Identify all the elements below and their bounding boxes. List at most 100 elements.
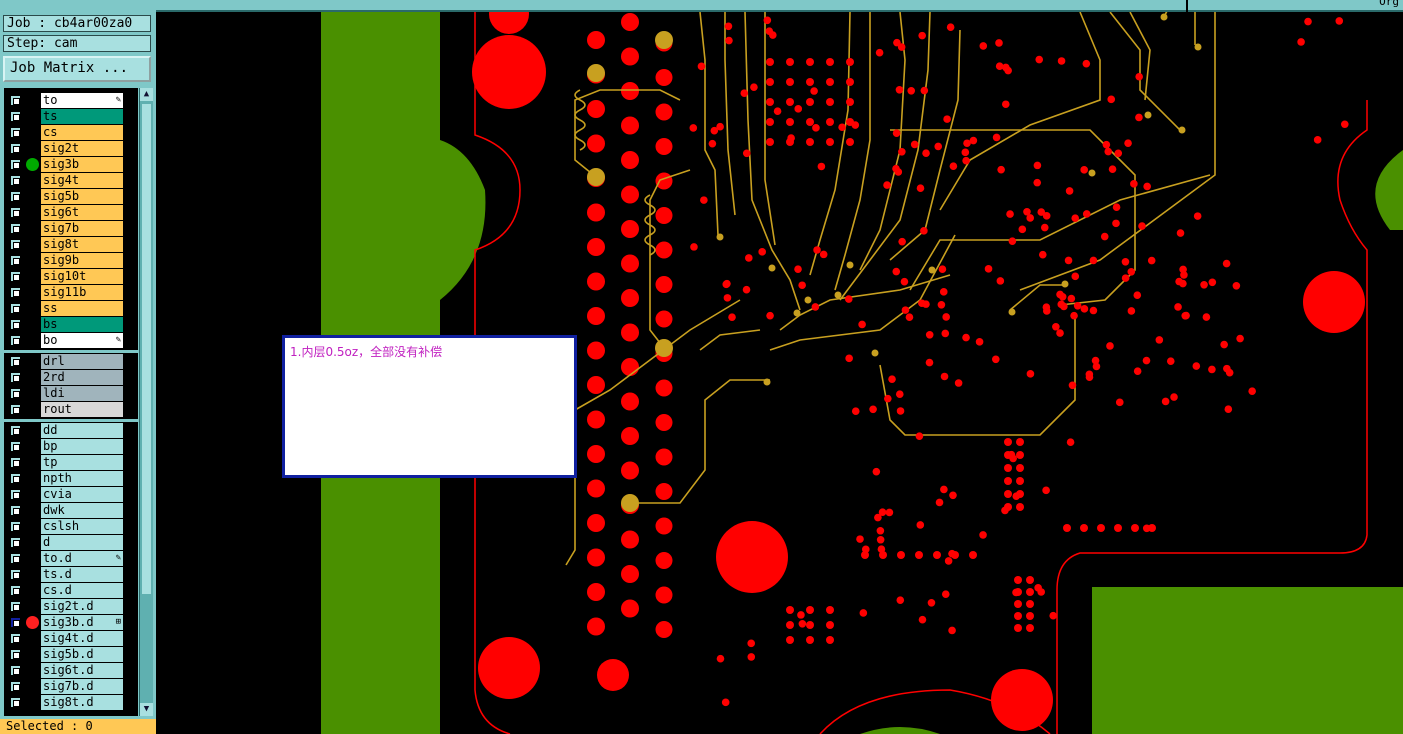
layer-checkbox[interactable] <box>10 569 21 580</box>
layer-row-2rd[interactable]: 2rd <box>4 370 138 385</box>
layer-name[interactable]: sig6t.d <box>41 663 123 678</box>
layer-name[interactable]: bo ✎ <box>41 333 123 348</box>
layer-checkbox[interactable] <box>10 489 21 500</box>
layer-row-sig11b[interactable]: sig11b <box>4 285 138 300</box>
layer-name[interactable]: 2rd <box>41 370 123 385</box>
layer-name[interactable]: sig7b <box>41 221 123 236</box>
layer-name[interactable]: d <box>41 535 123 550</box>
layer-checkbox[interactable] <box>10 335 21 346</box>
layer-row-sig2t-d[interactable]: sig2t.d <box>4 599 138 614</box>
layer-checkbox[interactable] <box>10 191 21 202</box>
layer-row-tp[interactable]: tp <box>4 455 138 470</box>
layer-row-cslsh[interactable]: cslsh <box>4 519 138 534</box>
down-arrow-icon[interactable]: ▼ <box>140 703 153 716</box>
layer-checkbox[interactable] <box>10 404 21 415</box>
layer-row-sig7b-d[interactable]: sig7b.d <box>4 679 138 694</box>
layer-checkbox[interactable] <box>10 255 21 266</box>
layer-name[interactable]: bs <box>41 317 123 332</box>
note-popup[interactable]: 1.内层0.5oz，全部没有补偿 <box>282 335 577 478</box>
layer-checkbox[interactable] <box>10 239 21 250</box>
layer-row-sig8t-d[interactable]: sig8t.d <box>4 695 138 710</box>
layer-name[interactable]: sig5b.d <box>41 647 123 662</box>
layer-row-sig6t[interactable]: sig6t <box>4 205 138 220</box>
layer-checkbox[interactable] <box>10 95 21 106</box>
layer-checkbox[interactable] <box>10 207 21 218</box>
job-matrix-button[interactable]: Job Matrix ... <box>3 56 151 82</box>
up-arrow-icon[interactable]: ▲ <box>140 88 153 101</box>
layer-name[interactable]: sig7b.d <box>41 679 123 694</box>
layer-row-ss[interactable]: ss <box>4 301 138 316</box>
layer-row-bs[interactable]: bs <box>4 317 138 332</box>
layer-name[interactable]: cslsh <box>41 519 123 534</box>
layer-row-sig3b-d[interactable]: sig3b.d ⊞ <box>4 615 138 630</box>
layer-row-d[interactable]: d <box>4 535 138 550</box>
layer-checkbox[interactable] <box>10 521 21 532</box>
layer-row-dd[interactable]: dd <box>4 423 138 438</box>
layer-row-npth[interactable]: npth <box>4 471 138 486</box>
layer-row-sig3b[interactable]: sig3b <box>4 157 138 172</box>
layer-row-cs[interactable]: cs <box>4 125 138 140</box>
layer-name[interactable]: sig4t.d <box>41 631 123 646</box>
layer-row-bo[interactable]: bo ✎ <box>4 333 138 348</box>
layer-row-ldi[interactable]: ldi <box>4 386 138 401</box>
layer-checkbox[interactable] <box>10 441 21 452</box>
layer-checkbox[interactable] <box>10 585 21 596</box>
scroll-thumb[interactable] <box>142 104 151 594</box>
layer-list-scrollbar[interactable]: ▲ ▼ <box>139 88 153 716</box>
layer-name[interactable]: sig4t <box>41 173 123 188</box>
layer-name[interactable]: sig8t.d <box>41 695 123 710</box>
layer-checkbox[interactable] <box>10 681 21 692</box>
layer-checkbox[interactable] <box>10 665 21 676</box>
layer-name[interactable]: to.d ✎ <box>41 551 123 566</box>
layer-name[interactable]: ts <box>41 109 123 124</box>
layer-name[interactable]: sig3b <box>41 157 123 172</box>
layer-name[interactable]: drl <box>41 354 123 369</box>
layer-name[interactable]: sig6t <box>41 205 123 220</box>
layer-row-dwk[interactable]: dwk <box>4 503 138 518</box>
layer-name[interactable]: dd <box>41 423 123 438</box>
layer-checkbox[interactable] <box>10 388 21 399</box>
layer-checkbox[interactable] <box>10 617 21 628</box>
layer-checkbox[interactable] <box>10 425 21 436</box>
layer-name[interactable]: ldi <box>41 386 123 401</box>
layer-row-sig4t[interactable]: sig4t <box>4 173 138 188</box>
layer-name[interactable]: sig5b <box>41 189 123 204</box>
layer-row-to[interactable]: to ✎ <box>4 93 138 108</box>
layer-row-ts[interactable]: ts <box>4 109 138 124</box>
layer-row-bp[interactable]: bp <box>4 439 138 454</box>
layer-row-sig7b[interactable]: sig7b <box>4 221 138 236</box>
layer-checkbox[interactable] <box>10 159 21 170</box>
layer-checkbox[interactable] <box>10 175 21 186</box>
layer-checkbox[interactable] <box>10 649 21 660</box>
layer-name[interactable]: ss <box>41 301 123 316</box>
layer-name[interactable]: cvia <box>41 487 123 502</box>
layer-checkbox[interactable] <box>10 287 21 298</box>
layer-checkbox[interactable] <box>10 601 21 612</box>
layer-checkbox[interactable] <box>10 553 21 564</box>
layer-name[interactable]: sig11b <box>41 285 123 300</box>
layer-checkbox[interactable] <box>10 537 21 548</box>
layer-row-drl[interactable]: drl <box>4 354 138 369</box>
layer-row-sig10t[interactable]: sig10t <box>4 269 138 284</box>
layer-checkbox[interactable] <box>10 319 21 330</box>
layer-row-sig2t[interactable]: sig2t <box>4 141 138 156</box>
layer-checkbox[interactable] <box>10 505 21 516</box>
layer-checkbox[interactable] <box>10 697 21 708</box>
layer-checkbox[interactable] <box>10 303 21 314</box>
layer-name[interactable]: sig8t <box>41 237 123 252</box>
layer-checkbox[interactable] <box>10 473 21 484</box>
layer-row-cvia[interactable]: cvia <box>4 487 138 502</box>
layer-name[interactable]: sig2t <box>41 141 123 156</box>
layer-name[interactable]: dwk <box>41 503 123 518</box>
layer-row-sig8t[interactable]: sig8t <box>4 237 138 252</box>
layer-row-sig4t-d[interactable]: sig4t.d <box>4 631 138 646</box>
layer-name[interactable]: to ✎ <box>41 93 123 108</box>
layer-row-sig6t-d[interactable]: sig6t.d <box>4 663 138 678</box>
layer-row-ts-d[interactable]: ts.d <box>4 567 138 582</box>
layer-name[interactable]: tp <box>41 455 123 470</box>
layer-checkbox[interactable] <box>10 356 21 367</box>
layer-row-sig5b-d[interactable]: sig5b.d <box>4 647 138 662</box>
layer-name[interactable]: npth <box>41 471 123 486</box>
layer-checkbox[interactable] <box>10 633 21 644</box>
layer-name[interactable]: sig10t <box>41 269 123 284</box>
